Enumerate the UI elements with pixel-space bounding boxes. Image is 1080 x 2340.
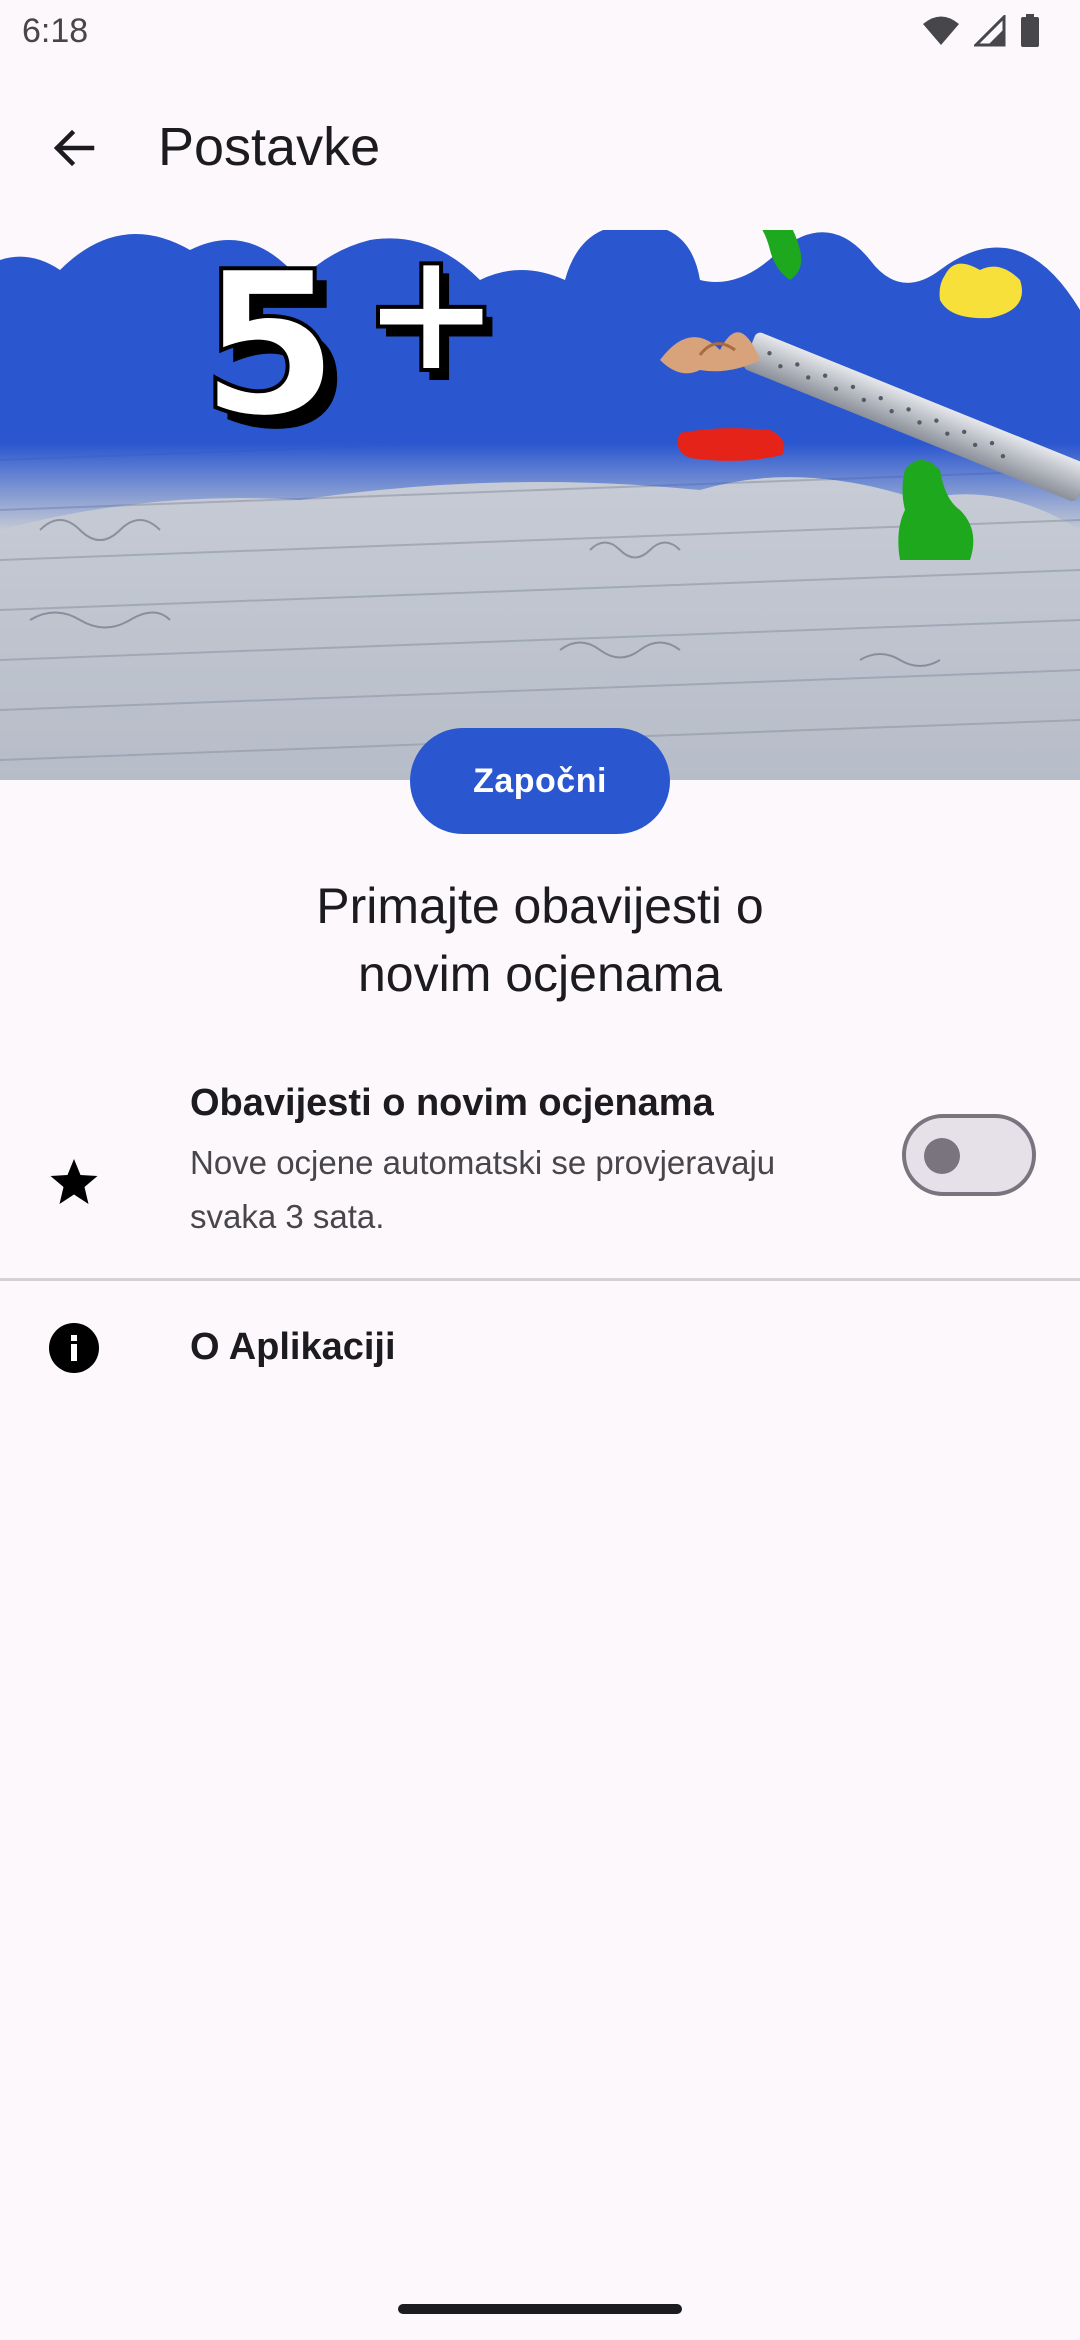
status-time: 6:18 [22, 12, 89, 50]
info-icon [46, 1320, 102, 1376]
about-setting-row[interactable]: O Aplikaciji [0, 1290, 1080, 1410]
hero-illustration: 5 5 + + [0, 230, 1080, 780]
top-app-bar: Postavke [0, 100, 1080, 200]
start-button[interactable]: Započni [410, 728, 670, 834]
status-icons [922, 14, 1040, 48]
gesture-navigation-bar[interactable] [398, 2304, 682, 2314]
headline-line-2: novim ocjenama [357, 946, 723, 1002]
notifications-description: Nove ocjene automatski se provjeravaju s… [190, 1144, 776, 1235]
notifications-setting-row[interactable]: Obavijesti o novim ocjenama Nove ocjene … [0, 1070, 1080, 1276]
headline-line-1: Primajte obavijesti o [316, 878, 764, 934]
headline: Primajte obavijesti o novim ocjenama [60, 872, 1020, 1008]
svg-text:+: + [360, 230, 502, 411]
settings-screen: 6:18 Postavke 5 5 + + Započni Primajte o… [0, 0, 1080, 2340]
page-title: Postavke [158, 117, 381, 177]
wifi-icon [923, 16, 959, 45]
back-button[interactable] [36, 110, 112, 186]
notifications-toggle[interactable] [902, 1114, 1036, 1196]
star-icon [46, 1154, 102, 1210]
arrow-left-icon [53, 129, 95, 167]
battery-icon [1021, 14, 1039, 47]
hero-banner: 5 5 + + [0, 230, 1080, 780]
toggle-knob [924, 1138, 960, 1174]
status-bar: 6:18 [0, 0, 1080, 66]
about-title: O Aplikaciji [190, 1326, 396, 1368]
svg-text:5: 5 [200, 230, 339, 462]
notifications-title: Obavijesti o novim ocjenama [190, 1082, 714, 1124]
signal-icon [974, 15, 1006, 47]
divider [0, 1278, 1080, 1281]
